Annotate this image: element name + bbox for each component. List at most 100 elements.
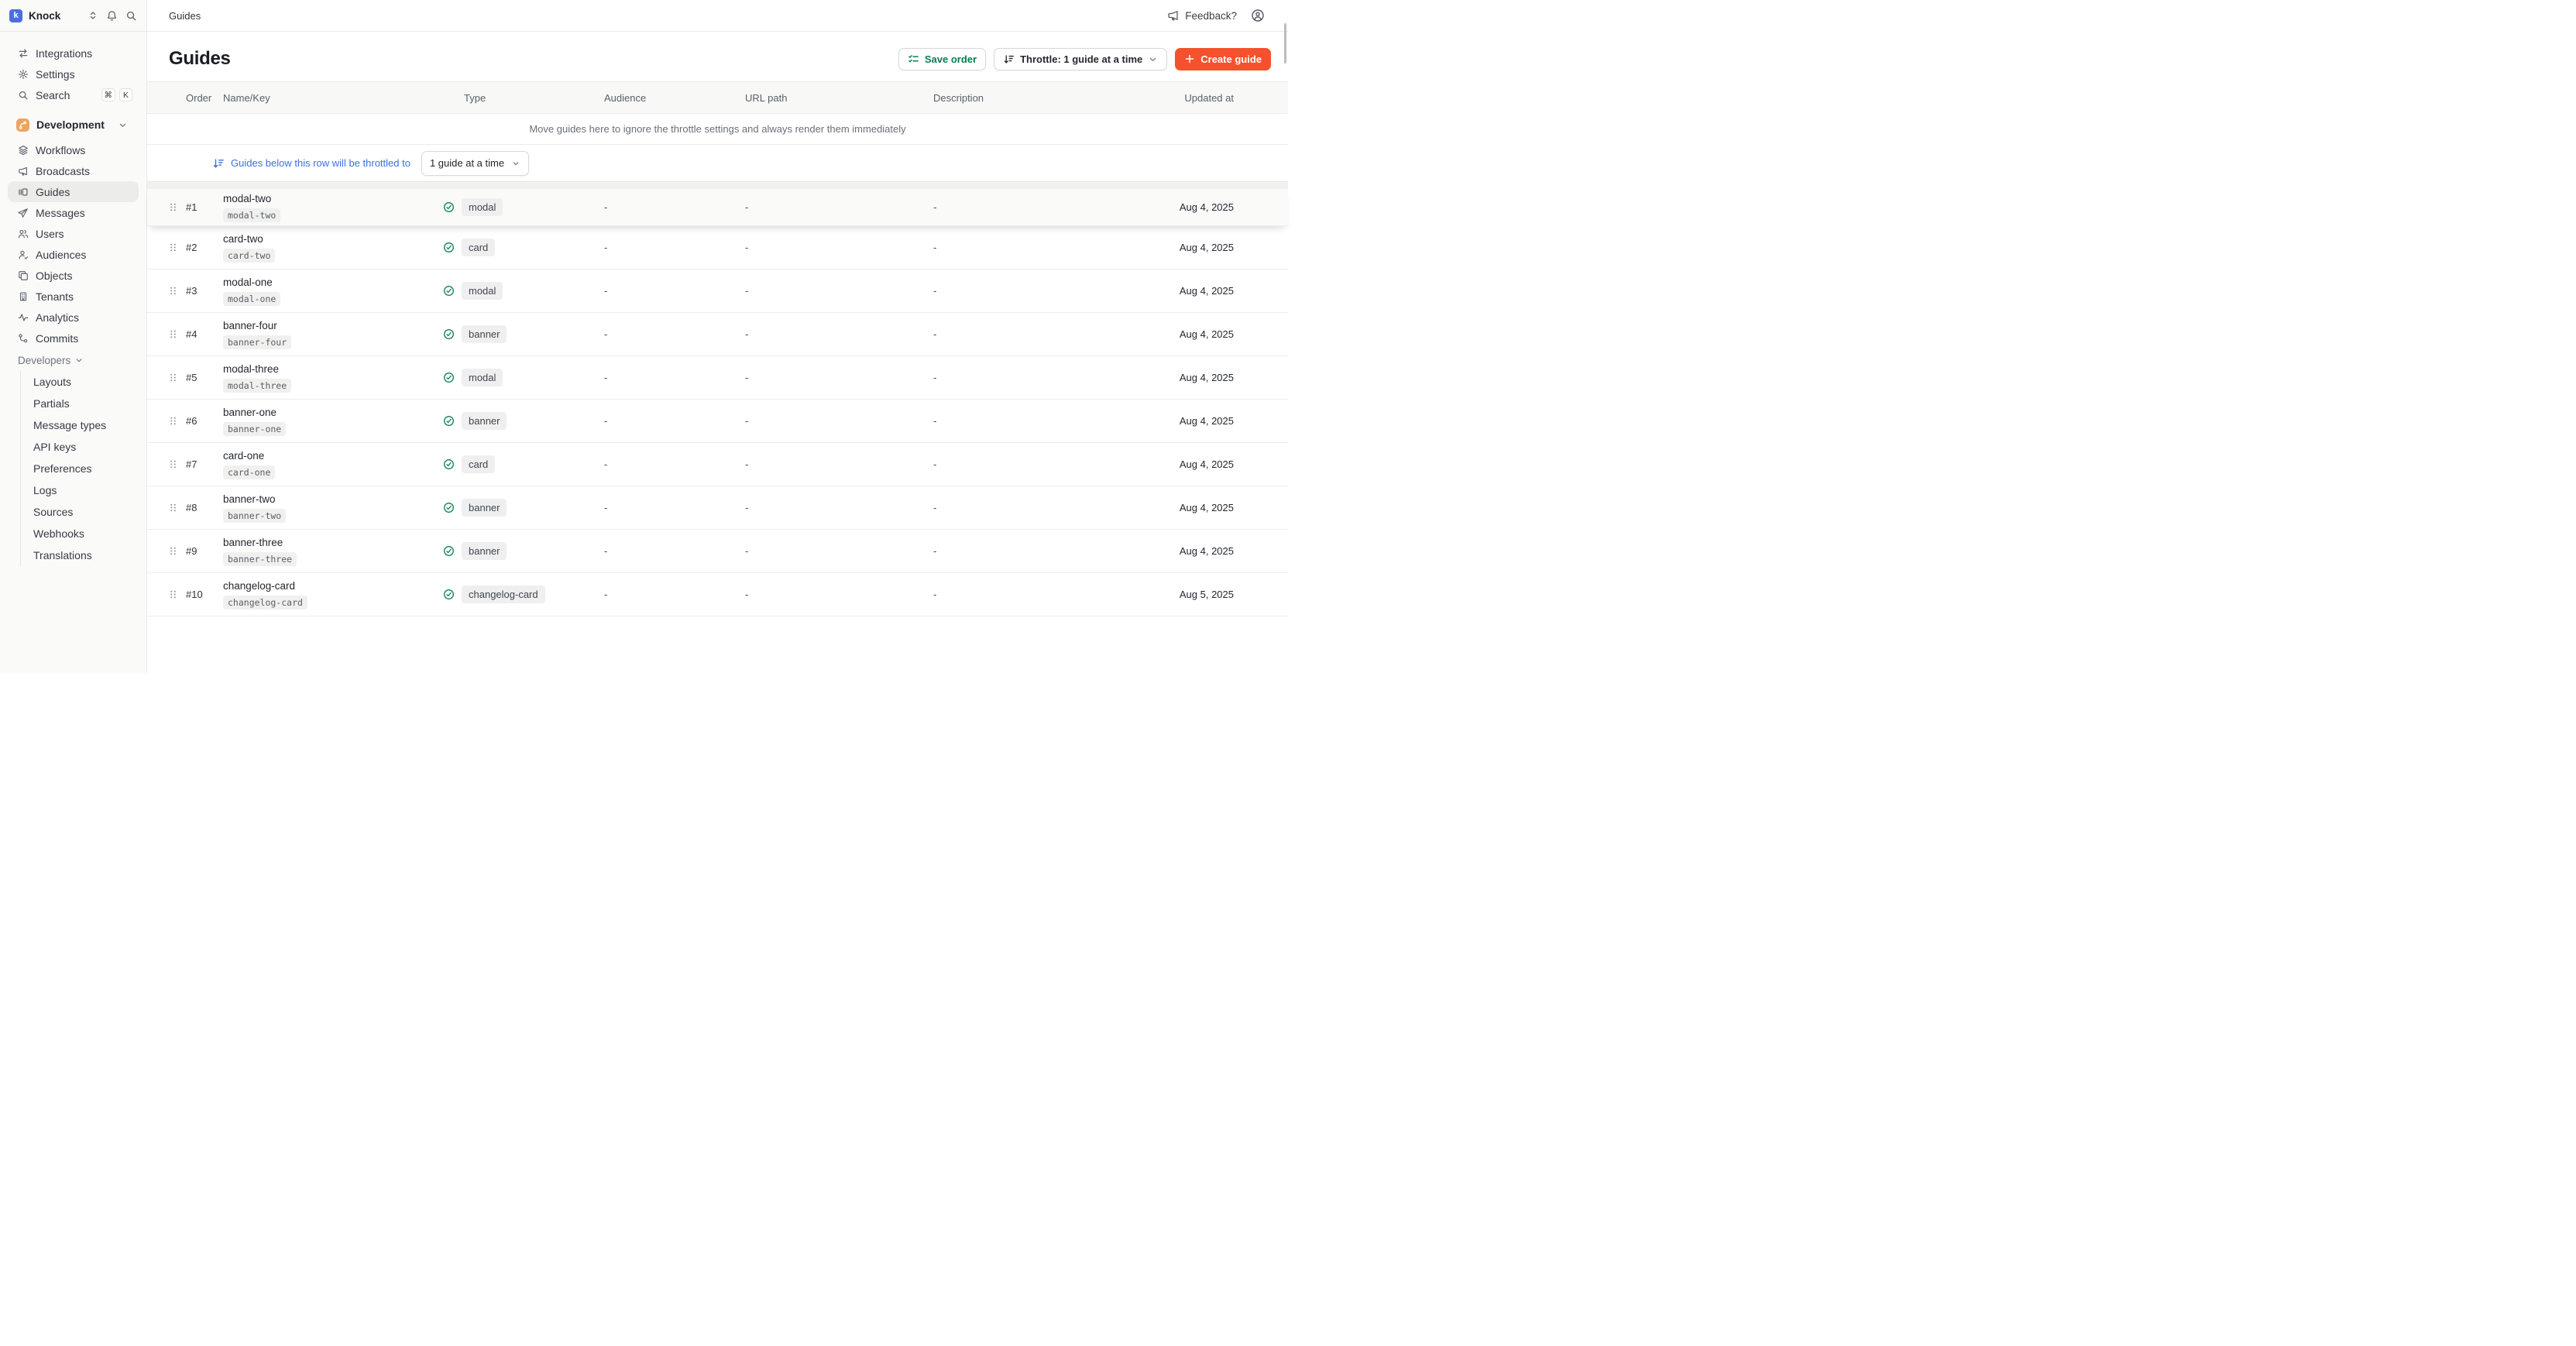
page-header: Guides Save order Throttle: 1 guide at a… xyxy=(147,32,1288,81)
guide-description: - xyxy=(933,372,1180,383)
drag-handle-icon[interactable] xyxy=(167,415,186,427)
guide-key: banner-four xyxy=(223,335,291,349)
guide-key: banner-two xyxy=(223,509,286,523)
guide-type-cell: banner xyxy=(443,542,604,560)
sidebar-item[interactable]: Settings xyxy=(8,64,139,84)
drag-handle-icon[interactable] xyxy=(167,328,186,340)
create-guide-button[interactable]: Create guide xyxy=(1175,48,1271,70)
guide-order: #7 xyxy=(186,458,223,470)
guide-order: #8 xyxy=(186,502,223,513)
guide-row[interactable]: #2 card-two card-two card - - - Aug 4, 2… xyxy=(147,226,1288,270)
drag-handle-icon[interactable] xyxy=(167,589,186,600)
guide-row[interactable]: #8 banner-two banner-two banner - - - Au… xyxy=(147,486,1288,530)
guide-row[interactable]: #6 banner-one banner-one banner - - - Au… xyxy=(147,400,1288,443)
sidebar-sub-item[interactable]: Layouts xyxy=(21,371,139,393)
guide-key: changelog-card xyxy=(223,596,307,609)
guide-name-key: modal-two modal-two xyxy=(223,193,443,222)
account-menu-icon[interactable] xyxy=(1251,9,1265,22)
drag-handle-icon[interactable] xyxy=(167,285,186,297)
sort-descending-icon xyxy=(1003,53,1015,65)
row-drop-gap xyxy=(147,182,1288,189)
notifications-bell-icon[interactable] xyxy=(106,10,118,22)
guide-row[interactable]: #1 modal-two modal-two modal - - - Aug 4… xyxy=(147,189,1288,226)
sidebar-item[interactable]: Commits xyxy=(8,328,139,349)
guide-name: card-one xyxy=(223,450,443,462)
shortcut-keys: ⌘K xyxy=(101,88,133,101)
guide-url-path: - xyxy=(745,201,933,213)
sidebar-sub-item[interactable]: API keys xyxy=(21,436,139,458)
chevron-down-icon xyxy=(118,120,128,130)
guide-row[interactable]: #5 modal-three modal-three modal - - - A… xyxy=(147,356,1288,400)
search-icon xyxy=(18,90,29,101)
guide-audience: - xyxy=(604,285,745,297)
guide-type-badge: modal xyxy=(462,369,503,386)
guide-url-path: - xyxy=(745,242,933,253)
guide-url-path: - xyxy=(745,328,933,340)
plus-icon xyxy=(1184,53,1195,64)
guide-row[interactable]: #7 card-one card-one card - - - Aug 4, 2… xyxy=(147,443,1288,486)
guide-order: #6 xyxy=(186,415,223,427)
sidebar-sub-item[interactable]: Translations xyxy=(21,544,139,566)
guide-url-path: - xyxy=(745,545,933,557)
drag-handle-icon[interactable] xyxy=(167,242,186,253)
developers-label: Developers xyxy=(18,355,70,366)
sidebar-item[interactable]: Users xyxy=(8,223,139,244)
guide-audience: - xyxy=(604,201,745,213)
guide-updated-at: Aug 4, 2025 xyxy=(1180,415,1234,427)
guide-row[interactable]: #10 changelog-card changelog-card change… xyxy=(147,573,1288,616)
app-window: k Knock Integrations Settings xyxy=(0,0,1288,673)
guide-type-cell: modal xyxy=(443,282,604,300)
guide-name: modal-one xyxy=(223,276,443,289)
drag-handle-icon[interactable] xyxy=(167,458,186,470)
sidebar-sub-item[interactable]: Preferences xyxy=(21,458,139,479)
throttle-value-dropdown[interactable]: 1 guide at a time xyxy=(421,151,529,176)
guide-audience: - xyxy=(604,589,745,600)
guide-description: - xyxy=(933,589,1180,600)
environment-switcher[interactable]: Development xyxy=(8,113,139,136)
guide-name-key: modal-one modal-one xyxy=(223,276,443,306)
save-order-button[interactable]: Save order xyxy=(898,48,986,70)
sidebar-item[interactable]: Guides xyxy=(8,181,139,202)
sidebar-item[interactable]: Workflows xyxy=(8,139,139,160)
guide-updated-at: Aug 4, 2025 xyxy=(1180,328,1234,340)
drag-handle-icon[interactable] xyxy=(167,372,186,383)
guide-updated-at: Aug 4, 2025 xyxy=(1180,242,1234,253)
sidebar-item[interactable]: Messages xyxy=(8,202,139,223)
drag-handle-icon[interactable] xyxy=(167,201,186,213)
sidebar-item[interactable]: Tenants xyxy=(8,286,139,307)
sidebar-sub-item[interactable]: Partials xyxy=(21,393,139,414)
guide-url-path: - xyxy=(745,458,933,470)
sidebar-item[interactable]: Analytics xyxy=(8,307,139,328)
vertical-scrollbar[interactable] xyxy=(1284,23,1286,64)
sidebar-item[interactable]: Audiences xyxy=(8,244,139,265)
column-header-name-key: Name/Key xyxy=(223,92,443,104)
sidebar-item[interactable]: Integrations xyxy=(8,43,139,64)
sidebar-sub-item[interactable]: Message types xyxy=(21,414,139,436)
feedback-button[interactable]: Feedback? xyxy=(1167,9,1237,22)
objects-icon xyxy=(18,270,29,281)
sidebar-sub-item[interactable]: Sources xyxy=(21,501,139,523)
sidebar-sub-item[interactable]: Logs xyxy=(21,479,139,501)
sidebar-item[interactable]: Broadcasts xyxy=(8,160,139,181)
workspace-switcher-icon[interactable] xyxy=(88,10,98,21)
throttle-divider-label: Guides below this row will be throttled … xyxy=(231,157,410,169)
guides-table: Order Name/Key Type Audience URL path De… xyxy=(147,81,1288,616)
developers-section-toggle[interactable]: Developers xyxy=(8,350,139,370)
sidebar-item-label: Workflows xyxy=(36,144,85,156)
environment-name: Development xyxy=(36,118,105,131)
sidebar-sub-item[interactable]: Webhooks xyxy=(21,523,139,544)
guide-type-badge: banner xyxy=(462,499,507,517)
guide-row[interactable]: #4 banner-four banner-four banner - - - … xyxy=(147,313,1288,356)
sidebar-item[interactable]: Objects xyxy=(8,265,139,286)
guide-row[interactable]: #3 modal-one modal-one modal - - - Aug 4… xyxy=(147,270,1288,313)
drag-handle-icon[interactable] xyxy=(167,545,186,557)
settings-icon xyxy=(18,69,29,80)
search-icon[interactable] xyxy=(125,10,137,22)
guide-row[interactable]: #9 banner-three banner-three banner - - … xyxy=(147,530,1288,573)
unthrottled-drop-zone[interactable]: Move guides here to ignore the throttle … xyxy=(147,114,1288,145)
developers-sub-list: LayoutsPartialsMessage typesAPI keysPref… xyxy=(20,371,139,566)
drag-handle-icon[interactable] xyxy=(167,502,186,513)
throttle-setting-button[interactable]: Throttle: 1 guide at a time xyxy=(994,48,1167,70)
sidebar-item[interactable]: Search ⌘K xyxy=(8,84,139,105)
main-area: Guides Feedback? Guides Save order Throt… xyxy=(147,0,1288,673)
